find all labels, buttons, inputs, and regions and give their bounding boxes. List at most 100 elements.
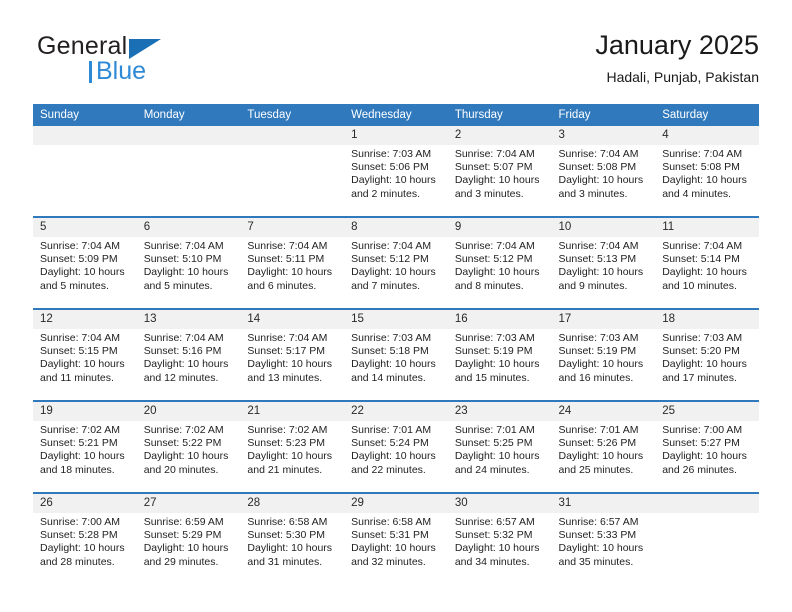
day-cell-inner <box>655 494 759 584</box>
daylight-text: Daylight: 10 hours and 3 minutes. <box>454 174 540 200</box>
calendar-day-cell[interactable]: 23 Sunrise: 7:01 AM Sunset: 5:25 PM Dayligh… <box>447 400 552 493</box>
day-cell-inner: 10 Sunrise: 7:04 AM Sunset: 5:13 PM Dayligh… <box>551 218 656 308</box>
sunrise-text: Sunrise: 7:04 AM <box>40 332 120 344</box>
day-sun-info: Sunrise: 6:57 AM Sunset: 5:32 PM Daylight:… <box>448 513 552 569</box>
calendar-day-cell[interactable]: 9 Sunrise: 7:04 AM Sunset: 5:12 PM Daylight… <box>447 216 552 309</box>
sunrise-text: Sunrise: 7:03 AM <box>351 148 432 160</box>
calendar-day-cell[interactable]: 1 Sunrise: 7:03 AM Sunset: 5:06 PM Daylight… <box>344 126 448 217</box>
day-cell-inner <box>240 126 345 216</box>
sunset-text: Sunset: 5:15 PM <box>40 345 118 358</box>
sunset-text: Sunset: 5:32 PM <box>454 529 533 542</box>
calendar-day-cell[interactable]: 27 Sunrise: 6:59 AM Sunset: 5:29 PM Dayligh… <box>136 492 241 584</box>
calendar-day-cell[interactable]: 14 Sunrise: 7:04 AM Sunset: 5:17 PM Dayligh… <box>240 308 345 401</box>
day-sun-info: Sunrise: 7:04 AM Sunset: 5:16 PM Daylight:… <box>137 329 241 385</box>
sunset-text: Sunset: 5:16 PM <box>143 345 222 358</box>
daylight-text: Daylight: 10 hours and 16 minutes. <box>558 358 644 384</box>
day-number: 27 <box>136 494 241 513</box>
day-cell-inner: 6 Sunrise: 7:04 AM Sunset: 5:10 PM Daylight… <box>136 218 241 308</box>
calendar-day-cell[interactable]: 24 Sunrise: 7:01 AM Sunset: 5:26 PM Dayligh… <box>551 400 656 493</box>
daylight-text: Daylight: 10 hours and 15 minutes. <box>454 358 540 384</box>
sunrise-text: Sunrise: 7:01 AM <box>558 424 639 436</box>
calendar-day-cell[interactable]: 11 Sunrise: 7:04 AM Sunset: 5:14 PM Dayligh… <box>655 216 759 309</box>
calendar-day-cell[interactable]: 19 Sunrise: 7:02 AM Sunset: 5:21 PM Dayligh… <box>33 400 137 493</box>
calendar-day-cell[interactable]: 2 Sunrise: 7:04 AM Sunset: 5:07 PM Daylight… <box>447 126 552 217</box>
day-number: 7 <box>240 218 345 237</box>
calendar-day-cell[interactable]: 17 Sunrise: 7:03 AM Sunset: 5:19 PM Dayligh… <box>551 308 656 401</box>
day-number: 29 <box>344 494 448 513</box>
calendar-day-cell[interactable]: 10 Sunrise: 7:04 AM Sunset: 5:13 PM Dayligh… <box>551 216 656 309</box>
sunset-text: Sunset: 5:24 PM <box>351 437 429 450</box>
day-number: 25 <box>655 402 759 421</box>
sunset-text: Sunset: 5:17 PM <box>247 345 326 358</box>
sunset-text: Sunset: 5:29 PM <box>143 529 222 542</box>
day-cell-inner: 27 Sunrise: 6:59 AM Sunset: 5:29 PM Dayligh… <box>136 494 241 584</box>
sunrise-text: Sunrise: 7:03 AM <box>558 332 639 344</box>
day-cell-inner: 28 Sunrise: 6:58 AM Sunset: 5:30 PM Dayligh… <box>240 494 345 584</box>
calendar-day-cell[interactable]: 29 Sunrise: 6:58 AM Sunset: 5:31 PM Dayligh… <box>344 492 448 584</box>
sunrise-text: Sunrise: 6:58 AM <box>351 516 432 528</box>
sunrise-text: Sunrise: 7:04 AM <box>454 148 535 160</box>
calendar-table: Sunday Monday Tuesday Wednesday Thursday… <box>33 104 759 584</box>
calendar-day-cell[interactable]: 15 Sunrise: 7:03 AM Sunset: 5:18 PM Dayligh… <box>344 308 448 401</box>
day-cell-inner: 16 Sunrise: 7:03 AM Sunset: 5:19 PM Dayligh… <box>447 310 552 400</box>
sunrise-text: Sunrise: 7:04 AM <box>662 240 743 252</box>
sunset-text: Sunset: 5:12 PM <box>454 253 533 266</box>
day-number: 15 <box>344 310 448 329</box>
calendar-day-cell[interactable]: 4 Sunrise: 7:04 AM Sunset: 5:08 PM Daylight… <box>655 126 759 217</box>
sunset-text: Sunset: 5:20 PM <box>662 345 740 358</box>
calendar-day-cell[interactable]: 3 Sunrise: 7:04 AM Sunset: 5:08 PM Daylight… <box>551 126 656 217</box>
calendar-body: 1 Sunrise: 7:03 AM Sunset: 5:06 PM Daylight… <box>33 126 759 584</box>
calendar-day-cell[interactable]: 20 Sunrise: 7:02 AM Sunset: 5:22 PM Dayligh… <box>136 400 241 493</box>
day-number: 5 <box>33 218 137 237</box>
calendar-day-cell[interactable]: 8 Sunrise: 7:04 AM Sunset: 5:12 PM Daylight… <box>344 216 448 309</box>
calendar-day-cell-empty <box>33 126 137 217</box>
calendar-day-cell-empty <box>136 126 241 217</box>
day-cell-inner: 20 Sunrise: 7:02 AM Sunset: 5:22 PM Dayligh… <box>136 402 241 492</box>
day-sun-info: Sunrise: 7:02 AM Sunset: 5:22 PM Daylight:… <box>137 421 241 477</box>
calendar-day-cell[interactable]: 6 Sunrise: 7:04 AM Sunset: 5:10 PM Daylight… <box>136 216 241 309</box>
daylight-text: Daylight: 10 hours and 14 minutes. <box>351 358 436 384</box>
sunset-text: Sunset: 5:28 PM <box>40 529 118 542</box>
calendar-page: General Blue January 2025 Hadali, Punjab… <box>0 0 792 612</box>
calendar-day-cell[interactable]: 28 Sunrise: 6:58 AM Sunset: 5:30 PM Dayligh… <box>240 492 345 584</box>
day-number: 3 <box>551 126 656 145</box>
day-number: 12 <box>33 310 137 329</box>
day-sun-info: Sunrise: 7:01 AM Sunset: 5:26 PM Daylight:… <box>552 421 656 477</box>
day-number: 30 <box>447 494 552 513</box>
calendar-week-row: 1 Sunrise: 7:03 AM Sunset: 5:06 PM Daylight… <box>33 126 759 217</box>
sunrise-text: Sunrise: 7:03 AM <box>662 332 743 344</box>
day-number: 14 <box>240 310 345 329</box>
day-number: 2 <box>447 126 552 145</box>
calendar-day-cell[interactable]: 26 Sunrise: 7:00 AM Sunset: 5:28 PM Dayligh… <box>33 492 137 584</box>
calendar-day-cell[interactable]: 30 Sunrise: 6:57 AM Sunset: 5:32 PM Dayligh… <box>447 492 552 584</box>
calendar-day-cell[interactable]: 12 Sunrise: 7:04 AM Sunset: 5:15 PM Dayligh… <box>33 308 137 401</box>
sunrise-text: Sunrise: 7:02 AM <box>143 424 224 436</box>
weekday-header-tuesday: Tuesday <box>240 104 345 126</box>
calendar-day-cell[interactable]: 25 Sunrise: 7:00 AM Sunset: 5:27 PM Dayligh… <box>655 400 759 493</box>
sunset-text: Sunset: 5:12 PM <box>351 253 429 266</box>
sunset-text: Sunset: 5:08 PM <box>558 161 637 174</box>
day-number: 6 <box>136 218 241 237</box>
day-number: 8 <box>344 218 448 237</box>
calendar-day-cell[interactable]: 13 Sunrise: 7:04 AM Sunset: 5:16 PM Dayligh… <box>136 308 241 401</box>
daylight-text: Daylight: 10 hours and 24 minutes. <box>454 450 540 476</box>
day-number: 4 <box>655 126 759 145</box>
calendar-day-cell[interactable]: 5 Sunrise: 7:04 AM Sunset: 5:09 PM Daylight… <box>33 216 137 309</box>
sunrise-text: Sunrise: 7:04 AM <box>558 148 639 160</box>
sunset-text: Sunset: 5:22 PM <box>143 437 222 450</box>
weekday-header-saturday: Saturday <box>655 104 759 126</box>
daylight-text: Daylight: 10 hours and 34 minutes. <box>454 542 540 568</box>
calendar-day-cell[interactable]: 22 Sunrise: 7:01 AM Sunset: 5:24 PM Dayligh… <box>344 400 448 493</box>
calendar-day-cell[interactable]: 31 Sunrise: 6:57 AM Sunset: 5:33 PM Dayligh… <box>551 492 656 584</box>
calendar-day-cell[interactable]: 16 Sunrise: 7:03 AM Sunset: 5:19 PM Dayligh… <box>447 308 552 401</box>
day-cell-inner: 1 Sunrise: 7:03 AM Sunset: 5:06 PM Daylight… <box>344 126 448 216</box>
sunset-text: Sunset: 5:08 PM <box>662 161 740 174</box>
day-cell-inner: 19 Sunrise: 7:02 AM Sunset: 5:21 PM Dayligh… <box>33 402 137 492</box>
calendar-day-cell[interactable]: 7 Sunrise: 7:04 AM Sunset: 5:11 PM Daylight… <box>240 216 345 309</box>
day-cell-inner: 26 Sunrise: 7:00 AM Sunset: 5:28 PM Dayligh… <box>33 494 137 584</box>
day-cell-inner: 13 Sunrise: 7:04 AM Sunset: 5:16 PM Dayligh… <box>136 310 241 400</box>
day-number: 22 <box>344 402 448 421</box>
calendar-day-cell[interactable]: 21 Sunrise: 7:02 AM Sunset: 5:23 PM Dayligh… <box>240 400 345 493</box>
logo-general-blue[interactable]: General Blue <box>33 28 333 88</box>
calendar-day-cell[interactable]: 18 Sunrise: 7:03 AM Sunset: 5:20 PM Dayligh… <box>655 308 759 401</box>
